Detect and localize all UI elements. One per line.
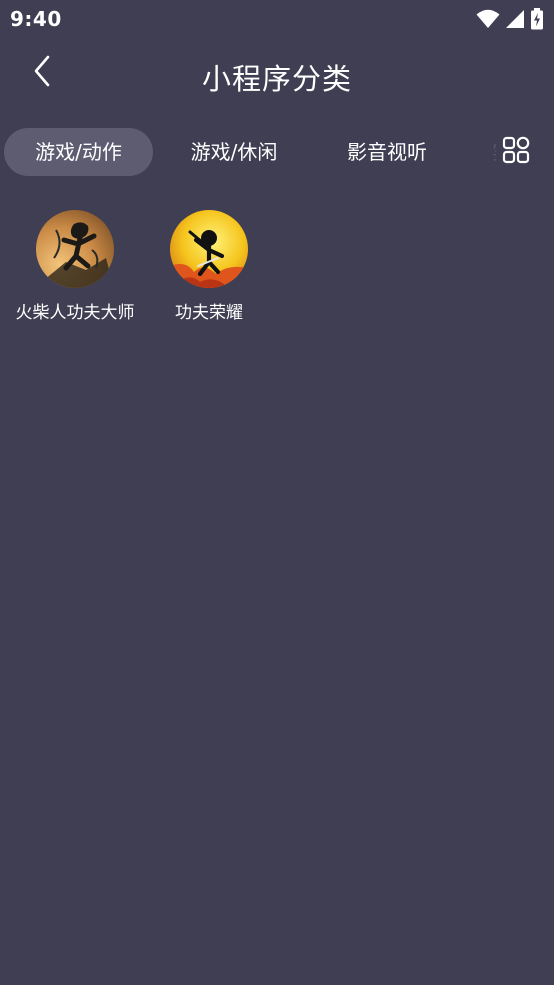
app-item-kungfu-glory[interactable]: 功夫荣耀 [134,208,284,323]
app-name: 功夫荣耀 [175,303,243,323]
all-categories-button[interactable] [496,132,536,172]
wifi-icon [476,9,500,29]
app-name: 火柴人功夫大师 [15,303,135,323]
stickman-master-app-icon [36,210,114,288]
cellular-signal-icon [506,10,524,28]
tab-action-games[interactable]: 游戏/动作 [4,128,153,176]
page-title: 小程序分类 [201,62,352,96]
grid-categories-icon [502,136,530,168]
status-bar: 9:40 [0,0,554,38]
header: 小程序分类 [0,40,554,112]
app-item-stickman-master[interactable]: 火柴人功夫大师 [0,208,150,323]
status-icons [476,8,544,30]
category-tabs: 游戏/动作 游戏/休闲 影音视听 实 [0,128,554,178]
status-time: 9:40 [10,7,62,31]
battery-charging-icon [530,8,544,30]
tab-audio-video[interactable]: 影音视听 [320,128,454,176]
kungfu-glory-app-icon [170,210,248,288]
tab-casual-games[interactable]: 游戏/休闲 [166,128,302,176]
